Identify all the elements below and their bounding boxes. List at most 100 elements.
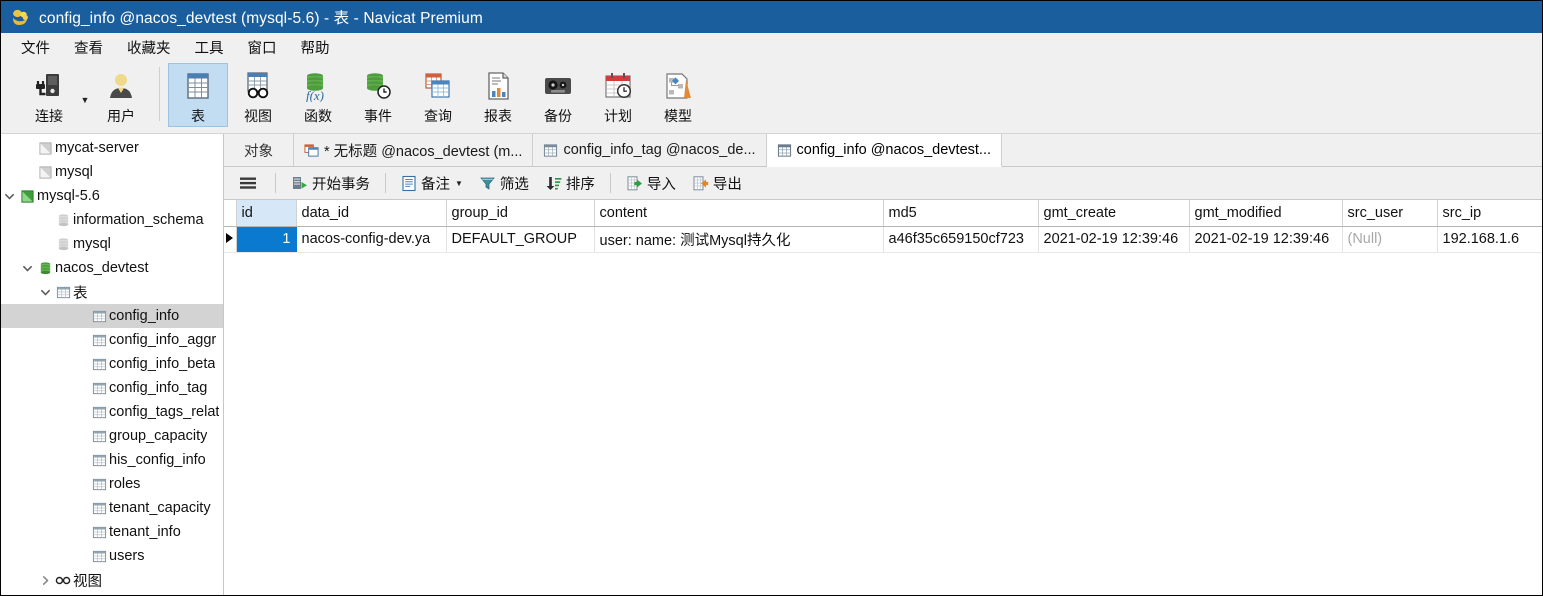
ribbon-schedule[interactable]: 计划 bbox=[588, 63, 648, 127]
row-marker-cell[interactable] bbox=[224, 226, 237, 253]
report-icon bbox=[482, 69, 514, 103]
ribbon-separator bbox=[159, 67, 160, 121]
sidebar-item-mysql-5-6[interactable]: mysql-5.6 bbox=[1, 184, 223, 208]
export-button[interactable]: 导出 bbox=[684, 170, 750, 196]
sidebar-item-roles[interactable]: roles bbox=[1, 472, 223, 496]
import-button[interactable]: 导入 bbox=[618, 170, 684, 196]
menu-tools[interactable]: 工具 bbox=[183, 34, 236, 61]
grid-cell-group_id[interactable]: DEFAULT_GROUP bbox=[446, 226, 595, 253]
table-icon bbox=[89, 309, 109, 324]
grid-header-gmt_create[interactable]: gmt_create bbox=[1038, 200, 1190, 227]
grid-header-content[interactable]: content bbox=[594, 200, 884, 227]
grid-header-gmt_modified[interactable]: gmt_modified bbox=[1189, 200, 1343, 227]
grid-menu-button[interactable] bbox=[228, 170, 268, 196]
sidebar-item-information_schema[interactable]: information_schema bbox=[1, 208, 223, 232]
grid-header-id[interactable]: id bbox=[236, 200, 297, 227]
grid-header-src_user[interactable]: src_user bbox=[1342, 200, 1438, 227]
tab-config-info[interactable]: config_info @nacos_devtest... bbox=[766, 134, 1003, 167]
sidebar-item-mycat-server[interactable]: mycat-server bbox=[1, 136, 223, 160]
grid-cell-id[interactable]: 1 bbox=[236, 226, 297, 253]
user-icon bbox=[105, 69, 137, 103]
sidebar-item-tenant_capacity[interactable]: tenant_capacity bbox=[1, 496, 223, 520]
menu-view[interactable]: 查看 bbox=[62, 34, 115, 61]
grid-cell-content[interactable]: user: name: 测试Mysql持久化 bbox=[594, 226, 884, 253]
ribbon-backup[interactable]: 备份 bbox=[528, 63, 588, 127]
grid-header-row: id data_id group_id content md5 gmt_create gmt… bbox=[224, 200, 1542, 227]
sidebar-item-config_info_aggr[interactable]: config_info_aggr bbox=[1, 328, 223, 352]
menu-help[interactable]: 帮助 bbox=[289, 34, 342, 61]
sidebar-item-config_tags_relati[interactable]: config_tags_relati bbox=[1, 400, 223, 424]
grid-header-data_id[interactable]: data_id bbox=[296, 200, 447, 227]
sidebar-item-label: config_info_tag bbox=[109, 380, 208, 396]
sort-label: 排序 bbox=[565, 176, 595, 193]
sidebar-item-表[interactable]: 表 bbox=[1, 280, 223, 304]
tab-config-info-tag-label: config_info_tag @nacos_de... bbox=[563, 142, 756, 158]
data-grid[interactable]: id data_id group_id content md5 gmt_create gmt… bbox=[224, 200, 1542, 595]
connection-dropdown-caret-icon[interactable]: ▼ bbox=[79, 95, 91, 105]
begin-transaction-button[interactable]: 开始事务 bbox=[283, 170, 378, 196]
sidebar-item-label: 表 bbox=[73, 285, 88, 302]
grid-cell-src_ip[interactable]: 192.168.1.6 bbox=[1437, 226, 1542, 253]
ribbon-query-label: 查询 bbox=[424, 108, 452, 124]
grid-cell-gmt_modified[interactable]: 2021-02-19 12:39:46 bbox=[1189, 226, 1343, 253]
sidebar-item-mysql[interactable]: mysql bbox=[1, 232, 223, 256]
ribbon-query[interactable]: 查询 bbox=[408, 63, 468, 127]
grid-cell-gmt_create[interactable]: 2021-02-19 12:39:46 bbox=[1038, 226, 1190, 253]
import-label: 导入 bbox=[646, 176, 676, 193]
chevron-down-icon[interactable] bbox=[1, 191, 17, 202]
tab-untitled-query[interactable]: * 无标题 @nacos_devtest (m... bbox=[294, 134, 534, 166]
sidebar-item-tenant_info[interactable]: tenant_info bbox=[1, 520, 223, 544]
sidebar-item-nacos_devtest[interactable]: nacos_devtest bbox=[1, 256, 223, 280]
object-tree-sidebar[interactable]: mycat-server mysql mysql-5.6 information_sc… bbox=[1, 134, 224, 595]
note-dropdown-caret-icon[interactable]: ▼ bbox=[455, 179, 463, 188]
connection-gray-icon bbox=[35, 141, 55, 156]
ribbon-event[interactable]: 事件 bbox=[348, 63, 408, 127]
sidebar-item-his_config_info[interactable]: his_config_info bbox=[1, 448, 223, 472]
chevron-down-icon[interactable] bbox=[19, 263, 35, 274]
menu-window[interactable]: 窗口 bbox=[236, 34, 289, 61]
chevron-right-icon[interactable] bbox=[37, 575, 53, 586]
table-folder-icon bbox=[53, 285, 73, 300]
grid-cell-data_id[interactable]: nacos-config-dev.ya bbox=[296, 226, 447, 253]
grid-cell-md5[interactable]: a46f35c659150cf723 bbox=[883, 226, 1039, 253]
sidebar-item-视图[interactable]: 视图 bbox=[1, 568, 223, 592]
sidebar-item-config_info_beta[interactable]: config_info_beta bbox=[1, 352, 223, 376]
sidebar-item-label: users bbox=[109, 548, 145, 564]
sidebar-item-users[interactable]: users bbox=[1, 544, 223, 568]
sidebar-scrollbar[interactable] bbox=[218, 134, 223, 595]
chevron-down-icon[interactable] bbox=[37, 287, 53, 298]
ribbon-connection[interactable]: 连接 bbox=[19, 63, 79, 127]
navicat-logo-icon bbox=[9, 6, 31, 28]
note-button[interactable]: 备注 ▼ bbox=[393, 170, 471, 196]
tab-config-info-tag[interactable]: config_info_tag @nacos_de... bbox=[533, 134, 767, 166]
ribbon-user-label: 用户 bbox=[107, 108, 135, 124]
ribbon-group-connection: 连接 ▼ 用户 bbox=[19, 63, 151, 127]
ribbon-function[interactable]: f(x) 函数 bbox=[288, 63, 348, 127]
menu-file[interactable]: 文件 bbox=[9, 34, 62, 61]
ribbon-report[interactable]: 报表 bbox=[468, 63, 528, 127]
filter-button[interactable]: 筛选 bbox=[471, 170, 537, 196]
begin-transaction-label: 开始事务 bbox=[312, 176, 370, 193]
table-row[interactable]: 1 nacos-config-dev.ya DEFAULT_GROUP user: n… bbox=[224, 226, 1542, 253]
ribbon-user[interactable]: 用户 bbox=[91, 63, 151, 127]
tab-object[interactable]: 对象 bbox=[224, 134, 294, 166]
ribbon-model-label: 模型 bbox=[664, 108, 692, 124]
grid-header-group_id[interactable]: group_id bbox=[446, 200, 595, 227]
sidebar-item-config_info[interactable]: config_info bbox=[1, 304, 223, 328]
sort-button[interactable]: 排序 bbox=[537, 170, 603, 196]
ribbon-table[interactable]: 表 bbox=[168, 63, 228, 127]
grid-header-md5[interactable]: md5 bbox=[883, 200, 1039, 227]
grid-header-src_ip[interactable]: src_ip bbox=[1437, 200, 1542, 227]
table-tab-icon bbox=[543, 143, 558, 158]
function-icon: f(x) bbox=[302, 69, 334, 103]
ribbon-model[interactable]: 模型 bbox=[648, 63, 708, 127]
sidebar-item-mysql[interactable]: mysql bbox=[1, 160, 223, 184]
grid-cell-src_user[interactable]: (Null) bbox=[1342, 226, 1438, 253]
grid-corner-cell bbox=[224, 200, 237, 227]
sidebar-item-group_capacity[interactable]: group_capacity bbox=[1, 424, 223, 448]
menu-favorites[interactable]: 收藏夹 bbox=[115, 34, 183, 61]
begin-transaction-icon bbox=[291, 175, 308, 192]
ribbon-view[interactable]: 视图 bbox=[228, 63, 288, 127]
sidebar-item-config_info_tag[interactable]: config_info_tag bbox=[1, 376, 223, 400]
sidebar-item-函数[interactable]: f(x)函数 bbox=[1, 592, 223, 595]
